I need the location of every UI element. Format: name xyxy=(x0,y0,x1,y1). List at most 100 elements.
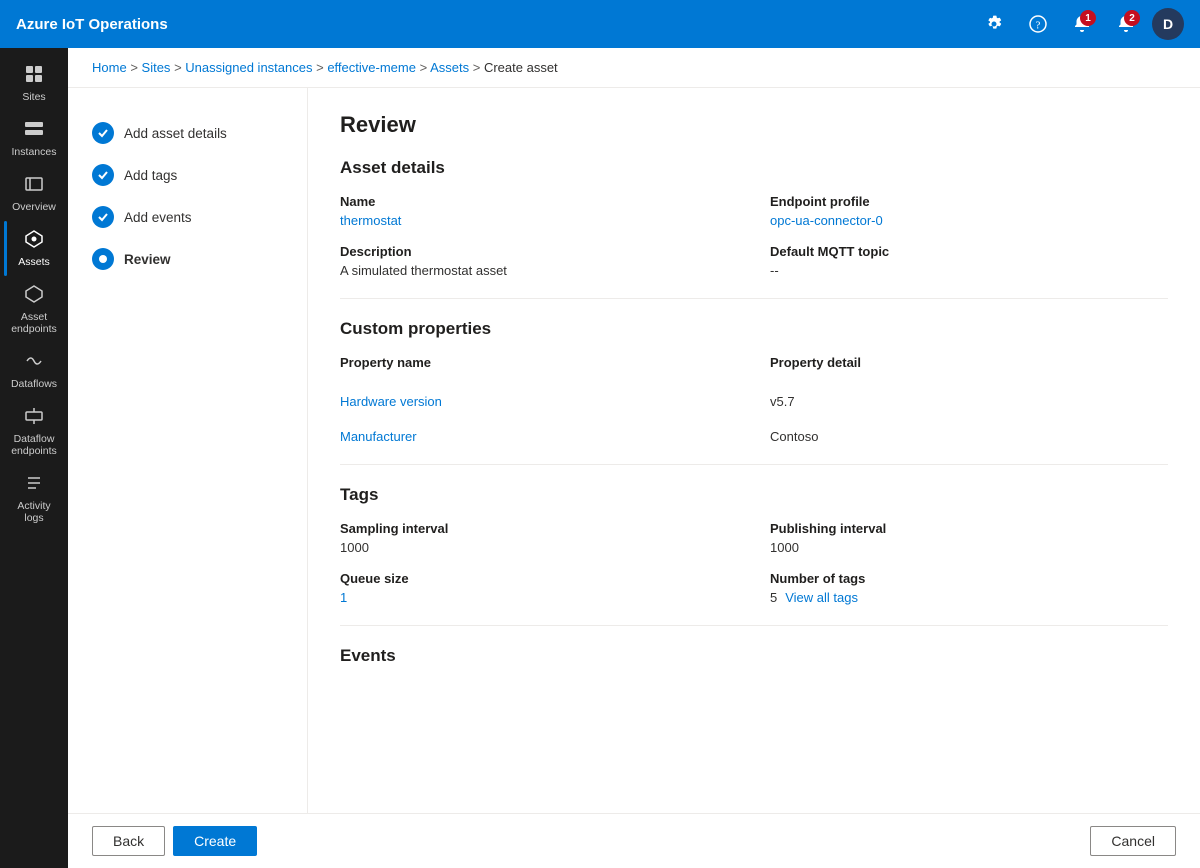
sidebar-item-assets[interactable]: Assets xyxy=(4,221,64,276)
breadcrumb-unassigned[interactable]: Unassigned instances xyxy=(185,60,312,75)
step-label-2: Add tags xyxy=(124,168,177,183)
settings-button[interactable] xyxy=(976,6,1012,42)
assets-icon xyxy=(24,229,44,252)
step-label-4: Review xyxy=(124,252,171,267)
hw-version-name: Hardware version xyxy=(340,394,738,409)
help-button[interactable]: ? xyxy=(1020,6,1056,42)
notification1-button[interactable]: 1 xyxy=(1064,6,1100,42)
dataflow-endpoints-icon xyxy=(24,406,44,429)
mqtt-topic-label: Default MQTT topic xyxy=(770,244,1168,259)
custom-props-title: Custom properties xyxy=(340,319,1168,339)
app-body: Sites Instances Overview Assets Asset en… xyxy=(0,48,1200,868)
queue-size-item: Queue size 1 xyxy=(340,571,738,605)
sidebar-item-asset-endpoints[interactable]: Asset endpoints xyxy=(4,276,64,343)
step-add-events[interactable]: Add events xyxy=(84,196,291,238)
number-of-tags-label: Number of tags xyxy=(770,571,1168,586)
sidebar-item-instances[interactable]: Instances xyxy=(4,111,64,166)
step-add-asset-details[interactable]: Add asset details xyxy=(84,112,291,154)
number-of-tags-value: 5 xyxy=(770,590,777,605)
breadcrumb-sep2: > xyxy=(174,60,185,75)
sidebar-label-sites: Sites xyxy=(22,91,45,103)
property-detail-header: Property detail xyxy=(770,355,1168,370)
custom-prop-row-1: Hardware version v5.7 xyxy=(340,394,1168,409)
step-add-tags[interactable]: Add tags xyxy=(84,154,291,196)
breadcrumb-sep5: > xyxy=(473,60,484,75)
sites-icon xyxy=(24,64,44,87)
divider-1 xyxy=(340,298,1168,299)
asset-details-grid: Name thermostat Endpoint profile opc-ua-… xyxy=(340,194,1168,278)
top-nav: Azure IoT Operations ? 1 2 D xyxy=(0,0,1200,48)
tags-grid: Sampling interval 1000 Publishing interv… xyxy=(340,521,1168,605)
sidebar-label-assets: Assets xyxy=(18,256,50,268)
footer-bar: Back Create Cancel xyxy=(68,813,1200,868)
step-circle-2 xyxy=(92,164,114,186)
sidebar-label-dataflows: Dataflows xyxy=(11,378,57,390)
step-circle-1 xyxy=(92,122,114,144)
sidebar-label-instances: Instances xyxy=(12,146,57,158)
sidebar-item-overview[interactable]: Overview xyxy=(4,166,64,221)
breadcrumb-sep4: > xyxy=(420,60,431,75)
step-label-3: Add events xyxy=(124,210,192,225)
sidebar: Sites Instances Overview Assets Asset en… xyxy=(0,48,68,868)
mqtt-topic-item: Default MQTT topic -- xyxy=(770,244,1168,278)
tags-count-row: 5 View all tags xyxy=(770,590,1168,605)
events-title: Events xyxy=(340,646,1168,666)
step-review[interactable]: Review xyxy=(84,238,291,280)
sidebar-item-dataflows[interactable]: Dataflows xyxy=(4,343,64,398)
step-circle-4 xyxy=(92,248,114,270)
tags-title: Tags xyxy=(340,485,1168,505)
dataflows-icon xyxy=(24,351,44,374)
description-label: Description xyxy=(340,244,738,259)
breadcrumb-sep1: > xyxy=(130,60,141,75)
queue-size-value: 1 xyxy=(340,590,738,605)
notification1-badge: 1 xyxy=(1080,10,1096,26)
step-circle-3 xyxy=(92,206,114,228)
step-label-1: Add asset details xyxy=(124,126,227,141)
description-value: A simulated thermostat asset xyxy=(340,263,738,278)
user-avatar[interactable]: D xyxy=(1152,8,1184,40)
divider-2 xyxy=(340,464,1168,465)
sampling-interval-value: 1000 xyxy=(340,540,738,555)
asset-details-title: Asset details xyxy=(340,158,1168,178)
activity-logs-icon xyxy=(24,473,44,496)
sidebar-item-activity-logs[interactable]: Activity logs xyxy=(4,465,64,532)
sidebar-label-activity-logs: Activity logs xyxy=(8,500,60,524)
sidebar-label-asset-endpoints: Asset endpoints xyxy=(8,311,60,335)
view-all-tags-link[interactable]: View all tags xyxy=(785,590,858,605)
sidebar-label-dataflow-endpoints: Dataflow endpoints xyxy=(8,433,60,457)
sidebar-item-dataflow-endpoints[interactable]: Dataflow endpoints xyxy=(4,398,64,465)
divider-3 xyxy=(340,625,1168,626)
number-of-tags-item: Number of tags 5 View all tags xyxy=(770,571,1168,605)
notification2-button[interactable]: 2 xyxy=(1108,6,1144,42)
endpoint-profile-value: opc-ua-connector-0 xyxy=(770,213,1168,228)
sidebar-item-sites[interactable]: Sites xyxy=(4,56,64,111)
review-panel[interactable]: Review Asset details Name thermostat End… xyxy=(308,88,1200,868)
sampling-interval-item: Sampling interval 1000 xyxy=(340,521,738,555)
app-title: Azure IoT Operations xyxy=(16,16,976,33)
breadcrumb-home[interactable]: Home xyxy=(92,60,127,75)
nav-icons: ? 1 2 D xyxy=(976,6,1184,42)
instances-icon xyxy=(24,119,44,142)
mqtt-topic-value: -- xyxy=(770,263,1168,278)
queue-size-label: Queue size xyxy=(340,571,738,586)
name-label: Name xyxy=(340,194,738,209)
endpoint-profile-item: Endpoint profile opc-ua-connector-0 xyxy=(770,194,1168,228)
create-button[interactable]: Create xyxy=(173,826,257,856)
breadcrumb-sep3: > xyxy=(316,60,327,75)
breadcrumb-sites[interactable]: Sites xyxy=(142,60,171,75)
svg-text:?: ? xyxy=(1036,20,1041,32)
steps-panel: Add asset details Add tags Add events xyxy=(68,88,308,868)
breadcrumb-assets[interactable]: Assets xyxy=(430,60,469,75)
back-button[interactable]: Back xyxy=(92,826,165,856)
publishing-interval-item: Publishing interval 1000 xyxy=(770,521,1168,555)
sidebar-label-overview: Overview xyxy=(12,201,56,213)
manufacturer-name: Manufacturer xyxy=(340,429,738,444)
property-name-header: Property name xyxy=(340,355,738,370)
name-item: Name thermostat xyxy=(340,194,738,228)
breadcrumb-effective-meme[interactable]: effective-meme xyxy=(327,60,416,75)
custom-prop-row-2: Manufacturer Contoso xyxy=(340,429,1168,444)
sampling-interval-label: Sampling interval xyxy=(340,521,738,536)
endpoint-profile-label: Endpoint profile xyxy=(770,194,1168,209)
cancel-button[interactable]: Cancel xyxy=(1090,826,1176,856)
description-item: Description A simulated thermostat asset xyxy=(340,244,738,278)
